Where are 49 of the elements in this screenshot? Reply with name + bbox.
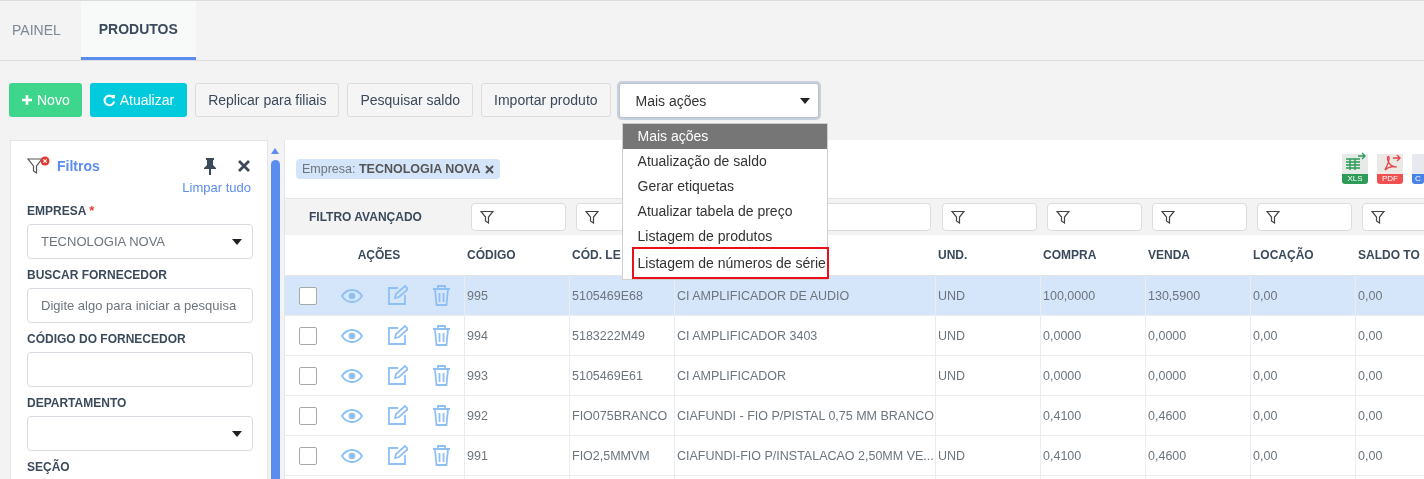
table-cell: UND bbox=[938, 448, 966, 463]
field-label: DEPARTAMENTO bbox=[27, 395, 127, 410]
table-cell: 0,00 bbox=[1253, 328, 1278, 343]
table-cell: 0,00 bbox=[1358, 408, 1383, 423]
table-cell: 100,0000 bbox=[1043, 288, 1096, 303]
table-cell: 0,00 bbox=[1358, 328, 1383, 343]
table-cell: CIAFUNDI-FIO P/INSTALACAO 2,50MM VE... bbox=[677, 448, 934, 463]
table-cell: 991 bbox=[467, 448, 488, 463]
table-cell: 992 bbox=[467, 408, 488, 423]
field-label: CÓDIGO DO FORNECEDOR bbox=[27, 331, 186, 346]
column-header: AÇÕES bbox=[357, 248, 401, 262]
field-label: BUSCAR FORNECEDOR bbox=[27, 267, 167, 282]
field-label: EMPRESA bbox=[27, 203, 87, 218]
table-cell: UND bbox=[938, 368, 966, 383]
table-cell: 0,0000 bbox=[1148, 368, 1187, 383]
table-cell: UND bbox=[938, 328, 966, 343]
table-cell: 995 bbox=[467, 288, 488, 303]
advanced-filter-label: FILTRO AVANÇADO bbox=[309, 210, 422, 224]
table-cell: CI AMPLIFICADOR bbox=[677, 368, 787, 383]
table-cell: 0,4100 bbox=[1043, 408, 1082, 423]
field-label: SEÇÃO bbox=[27, 459, 70, 474]
table-cell: FIO075BRANCO bbox=[572, 408, 668, 423]
table-cell: 0,00 bbox=[1358, 288, 1383, 303]
table-cell: 5105469E61 bbox=[572, 368, 643, 383]
table-cell: 0,0000 bbox=[1148, 328, 1187, 343]
table-cell: 0,00 bbox=[1358, 448, 1383, 463]
table-cell: 0,00 bbox=[1253, 288, 1278, 303]
filters-title: Filtros bbox=[57, 158, 101, 174]
table-cell: 130,5900 bbox=[1148, 288, 1201, 303]
table-cell: CI AMPLIFICADOR DE AUDIO bbox=[677, 288, 850, 303]
table-cell: 0,00 bbox=[1253, 368, 1278, 383]
table-cell: 0,0000 bbox=[1043, 368, 1082, 383]
table-cell: 5105469E68 bbox=[572, 288, 643, 303]
table-cell: 0,4600 bbox=[1148, 448, 1187, 463]
filter-chip: Empresa: TECNOLOGIA NOVA bbox=[296, 159, 500, 179]
required-mark: * bbox=[89, 203, 95, 218]
table-cell: 0,00 bbox=[1253, 408, 1278, 423]
table-cell: UND bbox=[938, 288, 966, 303]
table-cell: FIO2,5MMVM bbox=[572, 448, 650, 463]
table-cell: 0,00 bbox=[1253, 448, 1278, 463]
table-cell: 994 bbox=[467, 328, 488, 343]
table-cell: CIAFUNDI - FIO P/PISTAL 0,75 MM BRANCO bbox=[677, 408, 934, 423]
table-cell: 993 bbox=[467, 368, 488, 383]
table-cell: 0,0000 bbox=[1043, 328, 1082, 343]
table-cell: CI AMPLIFICADOR 3403 bbox=[677, 328, 818, 343]
table-cell: 0,00 bbox=[1358, 368, 1383, 383]
table-cell: 0,4100 bbox=[1043, 448, 1082, 463]
table-cell: 5183222M49 bbox=[572, 328, 645, 343]
table-cell: 0,4600 bbox=[1148, 408, 1187, 423]
